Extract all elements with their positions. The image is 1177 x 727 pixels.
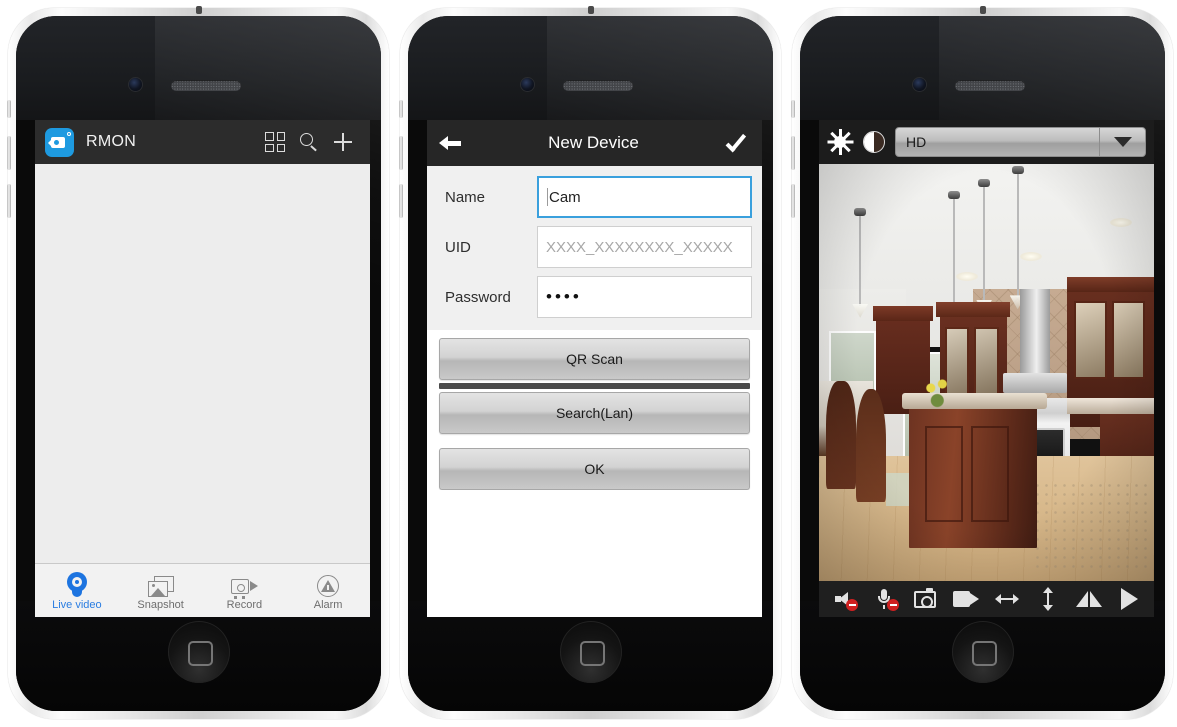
volume-down-button[interactable]: [791, 184, 795, 218]
microphone-mute-icon[interactable]: [869, 586, 900, 612]
snapshot-icon: [147, 575, 174, 597]
ok-button[interactable]: OK: [439, 448, 750, 490]
action-buttons: QR Scan Search(Lan) OK: [427, 330, 762, 490]
tab-record[interactable]: Record: [203, 564, 287, 617]
form-row-uid: UID XXXX_XXXXXXXX_XXXXX: [437, 226, 752, 268]
phone-top-face: [408, 16, 773, 120]
search-button[interactable]: [292, 120, 326, 164]
mirror-flip-icon[interactable]: [1074, 586, 1104, 612]
phone-device-1: RMON Live video Snapshot Record Alarm: [7, 6, 389, 719]
form-row-name: Name Cam: [437, 176, 752, 218]
front-camera-icon: [521, 78, 534, 91]
quality-value: HD: [906, 134, 927, 150]
nav-bar: New Device: [427, 120, 762, 166]
name-input-value: Cam: [549, 188, 581, 206]
ring-switch[interactable]: [791, 100, 795, 118]
tab-label: Live video: [52, 598, 102, 611]
grid-view-button[interactable]: [258, 120, 292, 164]
front-camera-icon: [129, 78, 142, 91]
text-caret: [547, 188, 548, 206]
front-camera-icon: [913, 78, 926, 91]
password-input[interactable]: ••••: [537, 276, 752, 318]
snapshot-camera-icon[interactable]: [910, 586, 940, 612]
alarm-icon: [317, 574, 340, 597]
phone-face: New Device Name Cam UID XXXX_XXXXXXXX_XX…: [408, 16, 773, 711]
uid-label: UID: [445, 238, 471, 256]
earpiece-speaker-icon: [563, 80, 633, 91]
rmon-camera-icon: [45, 127, 74, 157]
phone-top-face: [800, 16, 1165, 120]
pan-horizontal-icon[interactable]: [992, 586, 1022, 612]
tab-label: Record: [226, 598, 263, 611]
device-list-empty[interactable]: [35, 164, 370, 563]
brightness-icon[interactable]: [827, 129, 853, 155]
record-video-icon[interactable]: [951, 586, 981, 612]
tab-snapshot[interactable]: Snapshot: [119, 564, 203, 617]
tab-label: Snapshot: [137, 598, 184, 611]
plus-icon: [333, 132, 353, 152]
tab-alarm[interactable]: Alarm: [286, 564, 370, 617]
uid-input-placeholder: XXXX_XXXXXXXX_XXXXX: [546, 238, 733, 256]
uid-input[interactable]: XXXX_XXXXXXXX_XXXXX: [537, 226, 752, 268]
live-video-view[interactable]: [819, 164, 1154, 581]
phone-device-3: HD: [791, 6, 1173, 719]
tilt-vertical-icon[interactable]: [1033, 586, 1063, 612]
password-label: Password: [445, 288, 511, 306]
screenshot-stage: RMON Live video Snapshot Record Alarm Ne…: [0, 0, 1177, 727]
password-input-value: ••••: [546, 287, 582, 306]
new-device-form: Name Cam UID XXXX_XXXXXXXX_XXXXX Passwor…: [427, 166, 762, 330]
back-arrow-icon[interactable]: [439, 134, 461, 152]
button-separator: [439, 383, 750, 389]
search-lan-button[interactable]: Search(Lan): [439, 392, 750, 434]
screen-phone-3: HD: [819, 120, 1154, 617]
volume-down-button[interactable]: [399, 184, 403, 218]
antenna-nub: [587, 6, 594, 14]
live-video-icon: [65, 571, 89, 597]
home-button[interactable]: [951, 621, 1014, 683]
phone-device-2: New Device Name Cam UID XXXX_XXXXXXXX_XX…: [399, 6, 781, 719]
ring-switch[interactable]: [7, 100, 11, 118]
record-icon: [230, 578, 258, 599]
add-device-button[interactable]: [326, 120, 360, 164]
play-arrow-icon[interactable]: [1115, 586, 1145, 612]
volume-up-button[interactable]: [399, 136, 403, 170]
tab-live-video[interactable]: Live video: [35, 564, 119, 617]
antenna-nub: [195, 6, 202, 14]
form-row-password: Password ••••: [437, 276, 752, 318]
antenna-nub: [979, 6, 986, 14]
phone-face: RMON Live video Snapshot Record Alarm: [16, 16, 381, 711]
phone-top-face: [16, 16, 381, 120]
bottom-tab-bar: Live video Snapshot Record Alarm: [35, 563, 370, 617]
speaker-mute-icon[interactable]: [828, 586, 859, 612]
quality-dropdown[interactable]: HD: [895, 127, 1146, 157]
grid-icon: [265, 132, 285, 152]
scene-vignette: [819, 164, 1154, 581]
check-icon[interactable]: [725, 133, 750, 153]
home-button[interactable]: [167, 621, 230, 683]
earpiece-speaker-icon: [955, 80, 1025, 91]
name-input[interactable]: Cam: [537, 176, 752, 218]
qr-scan-button[interactable]: QR Scan: [439, 338, 750, 380]
name-label: Name: [445, 188, 486, 206]
form-empty-space: [427, 490, 762, 617]
video-toolbar: HD: [819, 120, 1154, 164]
earpiece-speaker-icon: [171, 80, 241, 91]
page-title: New Device: [548, 133, 639, 152]
volume-up-button[interactable]: [7, 136, 11, 170]
volume-up-button[interactable]: [791, 136, 795, 170]
contrast-icon[interactable]: [863, 131, 885, 153]
volume-down-button[interactable]: [7, 184, 11, 218]
tab-label: Alarm: [313, 598, 343, 611]
app-bar: RMON: [35, 120, 370, 164]
ring-switch[interactable]: [399, 100, 403, 118]
phone-face: HD: [800, 16, 1165, 711]
app-title: RMON: [86, 133, 137, 150]
home-button[interactable]: [559, 621, 622, 683]
search-icon: [299, 132, 319, 152]
video-control-bar: [819, 581, 1154, 617]
screen-phone-1: RMON Live video Snapshot Record Alarm: [35, 120, 370, 617]
screen-phone-2: New Device Name Cam UID XXXX_XXXXXXXX_XX…: [427, 120, 762, 617]
chevron-down-icon: [1099, 128, 1145, 156]
